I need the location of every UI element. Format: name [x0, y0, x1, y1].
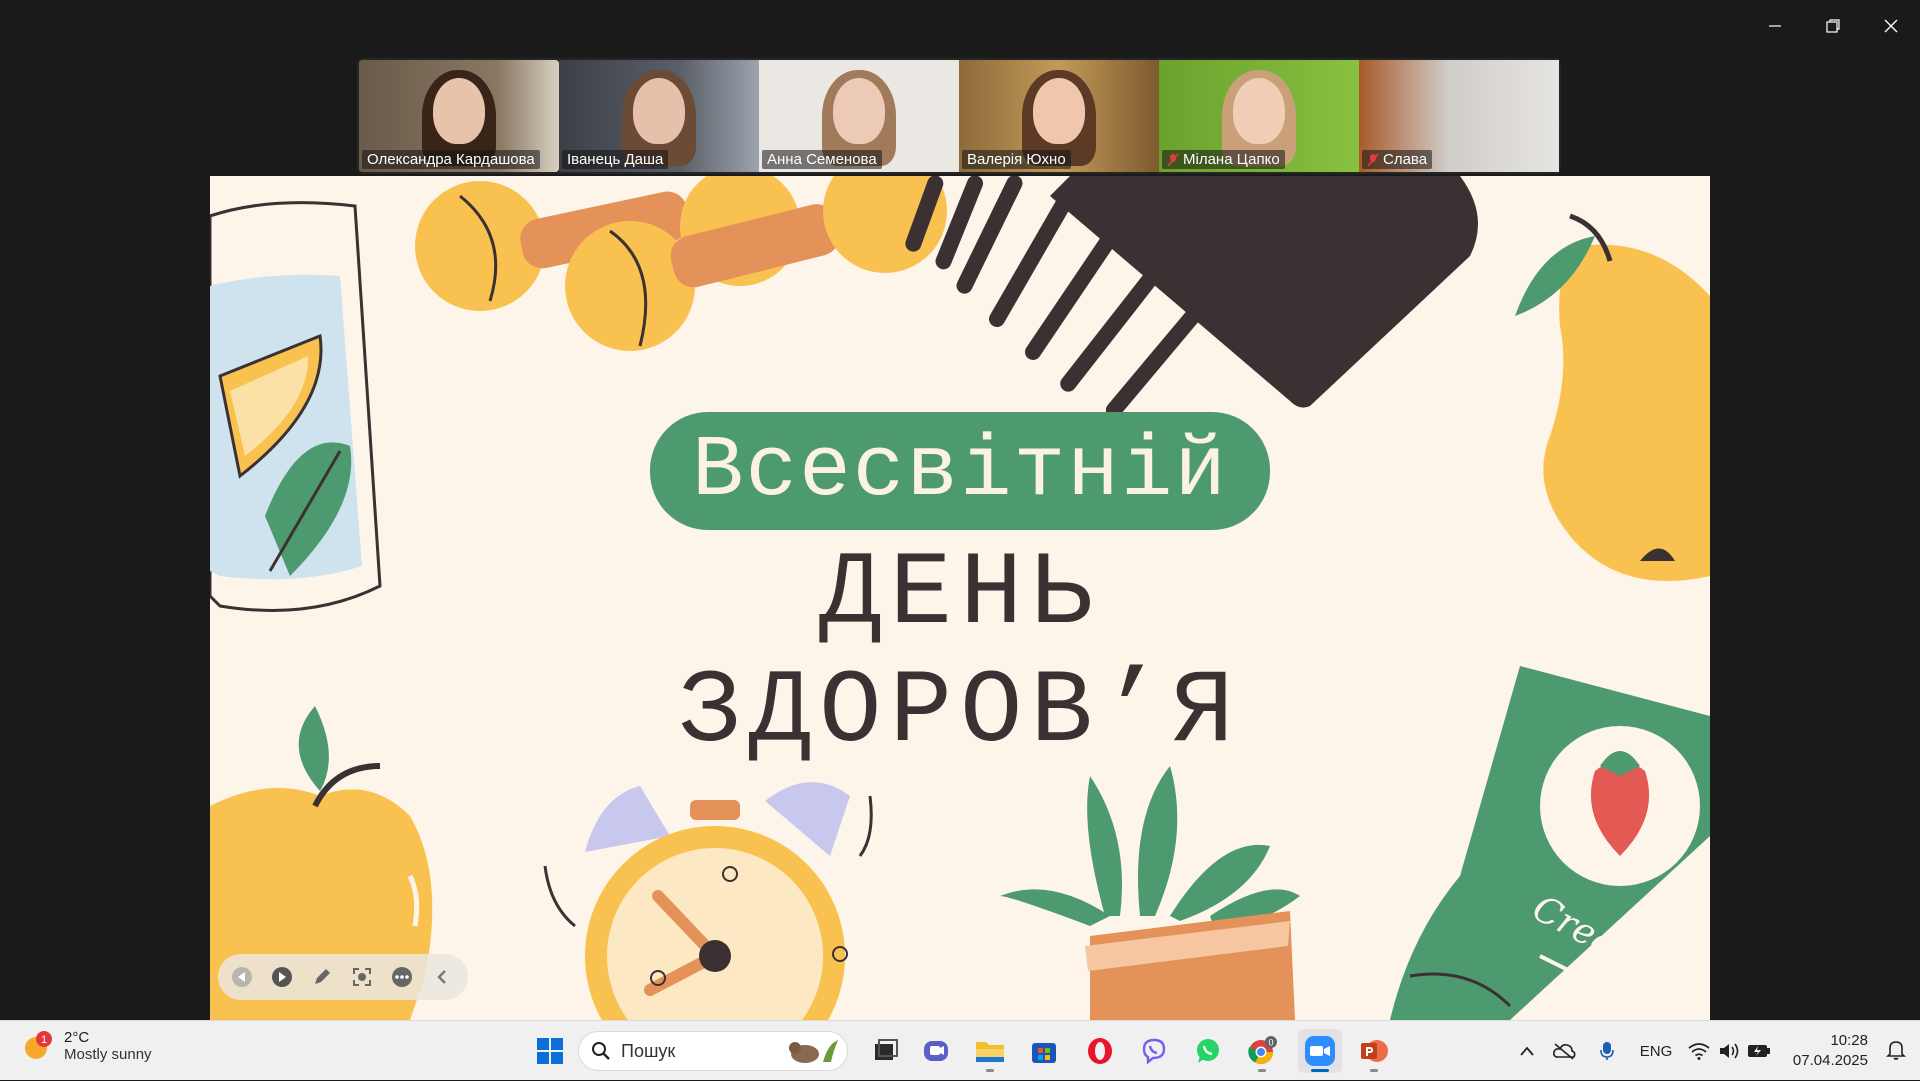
close-button[interactable]	[1862, 0, 1920, 52]
pen-button[interactable]	[310, 965, 334, 989]
restore-button[interactable]	[1804, 0, 1862, 52]
taskbar-search[interactable]: Пошук	[578, 1031, 848, 1071]
windows-logo-icon	[537, 1038, 563, 1064]
participant-tile[interactable]: Іванець Даша	[559, 60, 759, 172]
opera-icon	[1088, 1038, 1112, 1064]
onedrive-button[interactable]	[1542, 1042, 1586, 1060]
more-icon	[392, 967, 412, 987]
participant-name: Іванець Даша	[562, 150, 669, 169]
zoom-app[interactable]	[1298, 1029, 1342, 1073]
lemon-water-glass-icon	[210, 201, 382, 612]
close-icon	[1884, 19, 1898, 33]
weather-widget[interactable]: 1 2°C Mostly sunny	[22, 1029, 152, 1063]
store-app[interactable]	[1022, 1029, 1066, 1073]
teams-icon	[924, 1041, 948, 1061]
teams-app[interactable]	[914, 1029, 958, 1073]
clock-date: 07.04.2025	[1792, 1052, 1868, 1069]
system-tray: ENG	[1512, 1021, 1774, 1081]
whatsapp-icon	[1197, 1039, 1219, 1063]
start-button[interactable]	[528, 1029, 572, 1073]
search-highlight-icon	[789, 1040, 838, 1063]
volume-button[interactable]	[1714, 1042, 1744, 1060]
powerpoint-icon	[1361, 1040, 1388, 1062]
search-icon	[592, 1042, 610, 1060]
cream-tube-icon: Cream	[1390, 666, 1710, 1020]
clock-time: 10:28	[1830, 1032, 1868, 1049]
minimize-button[interactable]	[1746, 0, 1804, 52]
participant-tile[interactable]: Мілана Цапко	[1159, 60, 1359, 172]
more-options-button[interactable]	[390, 965, 414, 989]
mic-muted-icon	[1367, 152, 1379, 167]
potted-plant-icon	[1000, 766, 1300, 1020]
previous-slide-button[interactable]	[230, 965, 254, 989]
system-clock[interactable]: 10:28 07.04.2025	[1793, 1031, 1868, 1071]
participant-name: Анна Семенова	[762, 150, 882, 169]
participant-tile[interactable]: Олександра Кардашова	[359, 60, 559, 172]
show-hidden-icons-button[interactable]	[1512, 1045, 1542, 1057]
participant-name: Мілана Цапко	[1162, 150, 1285, 169]
whatsapp-app[interactable]	[1186, 1029, 1230, 1073]
notifications-button[interactable]	[1886, 1039, 1906, 1066]
viber-icon	[1142, 1038, 1166, 1065]
shared-slide: Cream Всесвітній ДЕНЬ ЗДОРОВ’Я	[210, 176, 1710, 1020]
mic-muted-icon	[1167, 152, 1179, 167]
pen-icon	[315, 969, 330, 984]
chevron-up-icon	[1520, 1046, 1534, 1056]
participant-tile[interactable]: Валерія Юхно	[959, 60, 1159, 172]
weather-desc: Mostly sunny	[64, 1046, 152, 1063]
zoom-meeting-window: Олександра Кардашова Іванець Даша Анна С…	[0, 0, 1920, 1020]
window-controls	[1746, 0, 1920, 52]
next-slide-button[interactable]	[270, 965, 294, 989]
participant-strip: Олександра Кардашова Іванець Даша Анна С…	[357, 58, 1561, 174]
participant-name: Слава	[1362, 150, 1433, 169]
pear-icon	[1515, 213, 1710, 582]
folder-icon	[976, 1042, 1004, 1062]
battery-button[interactable]	[1744, 1044, 1774, 1058]
store-icon	[1032, 1043, 1056, 1063]
sun-cloud-icon: 1	[25, 1031, 52, 1059]
collapse-toolbar-button[interactable]	[430, 965, 454, 989]
collapse-icon	[437, 970, 446, 984]
speaker-icon	[1720, 1043, 1739, 1059]
chrome-badge: 0	[1268, 1038, 1273, 1048]
slide-title-line2: ДЕНЬ ЗДОРОВ’Я	[678, 536, 1242, 772]
slide-title-line1: Всесвітній	[691, 422, 1229, 520]
opera-app[interactable]	[1078, 1029, 1122, 1073]
focus-icon	[353, 968, 371, 986]
weather-alert-badge: 1	[41, 1034, 47, 1046]
chrome-app[interactable]: 0	[1240, 1029, 1284, 1073]
cloud-off-icon	[1553, 1043, 1576, 1060]
input-language[interactable]: ENG	[1628, 1043, 1684, 1060]
viber-app[interactable]	[1132, 1029, 1176, 1073]
microphone-icon	[1600, 1042, 1614, 1060]
previous-icon	[232, 967, 252, 987]
minimize-icon	[1769, 25, 1781, 27]
task-view-button[interactable]	[864, 1029, 908, 1073]
wifi-icon	[1688, 1043, 1710, 1060]
file-explorer-app[interactable]	[968, 1029, 1012, 1073]
search-placeholder: Пошук	[621, 1040, 676, 1061]
participant-name: Валерія Юхно	[962, 150, 1071, 169]
restore-icon	[1826, 19, 1840, 33]
powerpoint-app[interactable]	[1352, 1029, 1396, 1073]
zoom-icon	[1305, 1036, 1335, 1066]
participant-name: Олександра Кардашова	[362, 150, 540, 169]
wifi-button[interactable]	[1684, 1042, 1714, 1060]
microphone-button[interactable]	[1586, 1041, 1628, 1061]
presentation-toolbar	[218, 954, 468, 1000]
comb-icon	[905, 176, 1478, 419]
participant-tile[interactable]: Слава	[1359, 60, 1559, 172]
dumbbells-icon	[415, 176, 947, 351]
next-icon	[272, 967, 292, 987]
task-view-icon	[875, 1039, 898, 1060]
participant-tile[interactable]: Анна Семенова	[759, 60, 959, 172]
windows-taskbar: 1 2°C Mostly sunny Пошук 0 ENG 10:28 07.…	[0, 1020, 1920, 1080]
focus-button[interactable]	[350, 965, 374, 989]
alarm-clock-icon	[543, 782, 873, 1020]
weather-temp: 2°C	[64, 1029, 90, 1046]
bell-icon	[1886, 1041, 1906, 1060]
chrome-icon: 0	[1248, 1036, 1277, 1065]
battery-charging-icon	[1748, 1045, 1770, 1057]
